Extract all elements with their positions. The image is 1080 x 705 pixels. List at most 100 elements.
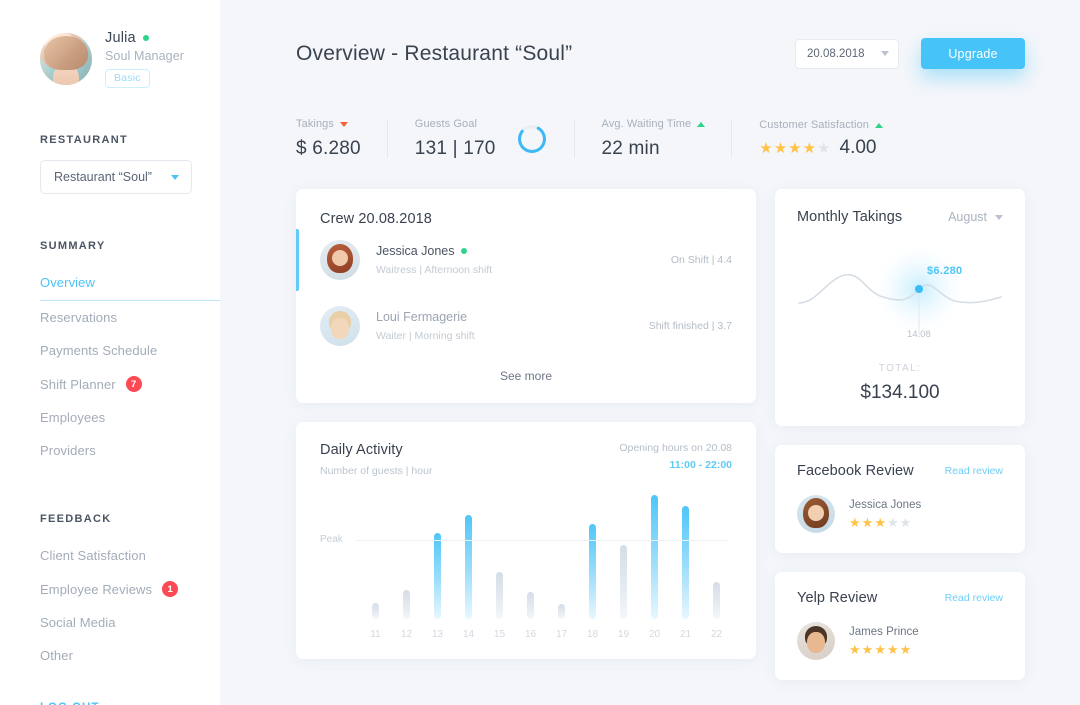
avatar (797, 495, 835, 533)
crew-title: Crew 20.08.2018 (320, 211, 432, 227)
date-select[interactable]: 20.08.2018 (795, 38, 899, 69)
opening-hours-value: 11:00 - 22:00 (669, 459, 732, 471)
avatar (40, 33, 92, 85)
kpi-label-text: Guests Goal (414, 118, 478, 130)
review-title: Facebook Review (797, 463, 914, 479)
sidebar-item-client-satisfaction[interactable]: Client Satisfaction (40, 539, 220, 572)
bar-slot[interactable] (515, 495, 546, 619)
sidebar-item-reservations[interactable]: Reservations (40, 301, 220, 334)
sidebar-item-providers[interactable]: Providers (40, 434, 220, 467)
top-bar-actions: 20.08.2018 Upgrade (795, 38, 1025, 69)
progress-ring-icon (517, 125, 546, 153)
bar-slot[interactable] (639, 495, 670, 619)
main-content: Overview - Restaurant “Soul” 20.08.2018 … (220, 0, 1080, 705)
profile-name: Julia (105, 30, 136, 46)
sidebar-item-label: Employee Reviews (40, 581, 153, 597)
opening-hours-label: Opening hours on 20.08 (619, 442, 732, 454)
sidebar-item-other[interactable]: Other (40, 639, 220, 672)
daily-activity-subtitle: Number of guests | hour (320, 465, 433, 477)
sidebar-item-label: Overview (40, 275, 95, 290)
sidebar-item-label: Shift Planner (40, 376, 116, 392)
sidebar-item-label: Social Media (40, 615, 116, 630)
bar-slot[interactable] (546, 495, 577, 619)
read-review-link[interactable]: Read review (945, 465, 1003, 477)
read-review-link[interactable]: Read review (945, 592, 1003, 604)
restaurant-select-value: Restaurant “Soul” (54, 170, 152, 184)
bar (465, 515, 472, 619)
sidebar-item-label: Providers (40, 443, 96, 458)
x-axis-label: 14 (462, 629, 475, 640)
chevron-down-icon (995, 214, 1003, 220)
crew-name: Loui Fermagerie (376, 310, 468, 324)
kpi-guests-goal: Guests Goal 131 | 170 (386, 118, 574, 160)
bar-slot[interactable] (391, 495, 422, 619)
bar (558, 604, 565, 619)
avatar (797, 622, 835, 660)
bar-series (360, 495, 732, 619)
star-filled-icon: ★ (874, 642, 886, 657)
month-select[interactable]: August (948, 210, 1003, 224)
crew-rating: 4.4 (717, 254, 732, 266)
monthly-takings-title: Monthly Takings (797, 209, 903, 225)
crew-subtitle: Waitress | Afternoon shift (376, 264, 493, 276)
x-axis-labels: 11 12 13 14 15 16 17 18 19 20 21 22 (360, 629, 732, 640)
sidebar-item-social-media[interactable]: Social Media (40, 606, 220, 639)
star-empty-icon: ★ (817, 139, 831, 157)
bar (372, 603, 379, 619)
feedback-nav: Client Satisfaction Employee Reviews 1 S… (40, 539, 220, 672)
summary-section-title: SUMMARY (40, 240, 106, 252)
bar (527, 592, 534, 619)
chevron-down-icon (171, 174, 179, 180)
bar (682, 506, 689, 619)
upgrade-button[interactable]: Upgrade (921, 38, 1025, 69)
sidebar-item-shift-planner[interactable]: Shift Planner 7 (40, 367, 220, 401)
kpi-takings: Takings $ 6.280 (296, 118, 387, 160)
kpi-customer-satisfaction: Customer Satisfaction ★ ★ ★ ★ ★ 4.00 (731, 119, 909, 159)
crew-row[interactable]: Loui Fermagerie Waiter | Morning shift S… (320, 293, 732, 359)
bar (620, 545, 627, 619)
kpi-value: 22 min (601, 138, 660, 159)
sidebar-item-employees[interactable]: Employees (40, 401, 220, 434)
bar-slot[interactable] (701, 495, 732, 619)
sidebar-item-label: Other (40, 648, 74, 663)
x-axis-label: 18 (586, 629, 599, 640)
star-filled-icon: ★ (899, 642, 912, 657)
bar-slot[interactable] (608, 495, 639, 619)
kpi-label-text: Takings (296, 118, 334, 130)
crew-status: Shift finished | 3.7 (649, 320, 732, 332)
daily-activity-titles: Daily Activity Number of guests | hour (320, 442, 432, 477)
bar-slot[interactable] (453, 495, 484, 619)
see-more-button[interactable]: See more (320, 359, 732, 387)
star-filled-icon: ★ (849, 515, 861, 530)
sidebar-item-payments-schedule[interactable]: Payments Schedule (40, 334, 220, 367)
bar (434, 533, 441, 619)
bar-slot[interactable] (484, 495, 515, 619)
crew-row[interactable]: Jessica Jones Waitress | Afternoon shift… (296, 227, 732, 293)
restaurant-select[interactable]: Restaurant “Soul” (40, 160, 192, 194)
crew-status: On Shift | 4.4 (671, 254, 732, 266)
crew-info: Jessica Jones Waitress | Afternoon shift (376, 244, 671, 276)
restaurant-section-title: RESTAURANT (40, 134, 128, 146)
star-filled-icon: ★ (773, 139, 788, 157)
review-stars: ★ ★ ★ ★ ★ (849, 516, 921, 529)
crew-subtitle: Waiter | Morning shift (376, 330, 475, 342)
bar-slot[interactable] (422, 495, 453, 619)
bar-slot[interactable] (577, 495, 608, 619)
review-title: Yelp Review (797, 590, 878, 606)
dashboard-app: Julia Soul Manager Basic RESTAURANT Rest… (0, 0, 1080, 705)
left-column: Crew 20.08.2018 Jessica Jones Waitress |… (296, 189, 756, 680)
sidebar-item-employee-reviews[interactable]: Employee Reviews 1 (40, 572, 220, 606)
user-profile[interactable]: Julia Soul Manager Basic (40, 30, 220, 88)
daily-activity-chart: Peak 11 12 13 14 15 16 17 18 19 20 21 22 (320, 495, 732, 645)
star-filled-icon: ★ (849, 642, 861, 657)
kpi-avg-waiting-time: Avg. Waiting Time 22 min (573, 118, 732, 160)
employee-reviews-badge: 1 (162, 581, 179, 597)
trend-up-icon (697, 121, 706, 127)
summary-nav: Overview Reservations Payments Schedule … (40, 266, 220, 467)
bar-slot[interactable] (360, 495, 391, 619)
rating-stars: ★ ★ ★ ★ ★ (759, 141, 830, 156)
kpi-label-text: Avg. Waiting Time (601, 118, 692, 130)
sidebar-item-overview[interactable]: Overview (40, 266, 220, 301)
bar-slot[interactable] (670, 495, 701, 619)
plan-badge: Basic (105, 69, 150, 88)
